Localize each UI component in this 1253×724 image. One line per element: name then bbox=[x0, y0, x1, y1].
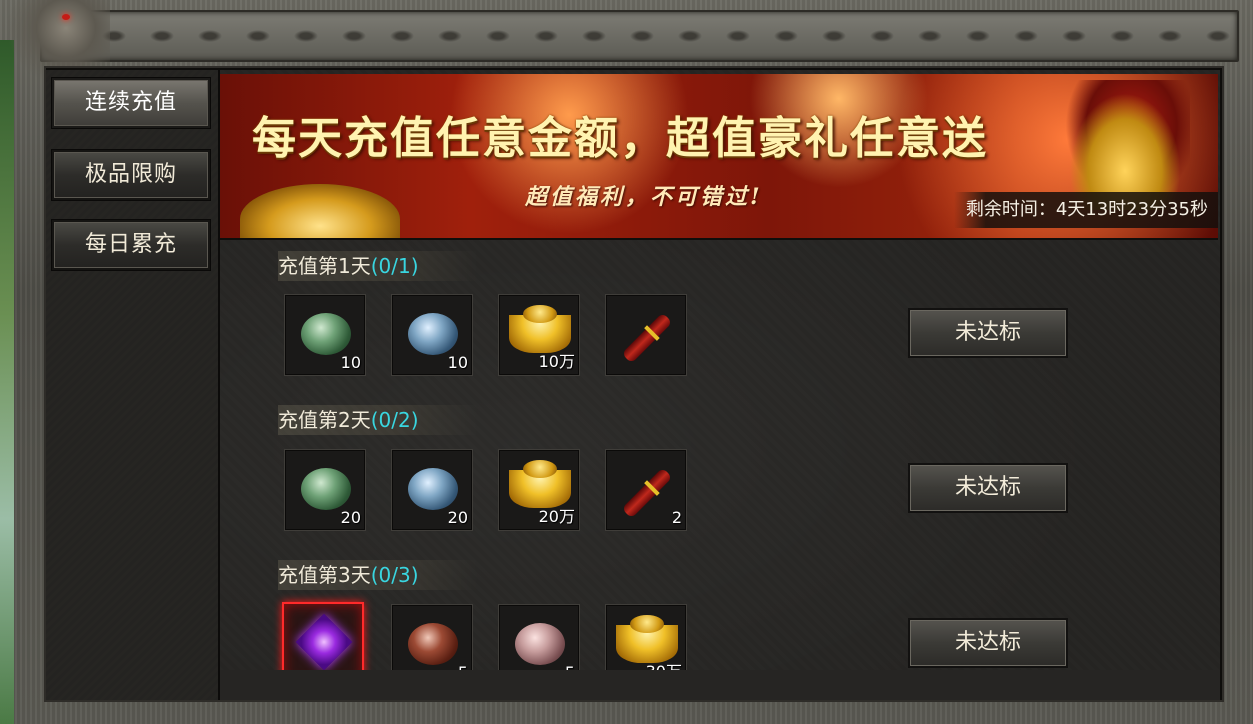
item-count: 20 bbox=[340, 508, 361, 527]
row-day-label: 充值第2天 bbox=[278, 408, 371, 432]
window-frame: 连续充值 极品限购 每日累充 每天充值任意金额，超值豪礼任意送 超值福利，不可错… bbox=[0, 0, 1253, 724]
item-count: 10 bbox=[447, 353, 468, 372]
item-count: 2 bbox=[671, 508, 682, 527]
purple-crystal-icon bbox=[295, 613, 353, 671]
item-count: 10万 bbox=[538, 352, 575, 371]
sidebar-item-continuous-recharge[interactable]: 连续充值 bbox=[52, 78, 210, 128]
row-progress: (0/2) bbox=[370, 408, 419, 432]
brown-gem-icon bbox=[408, 623, 458, 665]
row-day-label: 充值第3天 bbox=[278, 563, 371, 587]
countdown-timer: 剩余时间：4天13时23分35秒 bbox=[953, 192, 1218, 228]
sidebar-item-daily-recharge[interactable]: 每日累充 bbox=[52, 220, 210, 270]
frame-top-border bbox=[40, 10, 1239, 62]
row-title: 充值第3天(0/3) bbox=[278, 560, 479, 590]
reward-slot[interactable] bbox=[605, 294, 687, 376]
reward-slot[interactable]: 10 bbox=[391, 294, 473, 376]
sidebar-item-limited-purchase[interactable]: 极品限购 bbox=[52, 150, 210, 200]
row-progress: (0/3) bbox=[370, 563, 419, 587]
reward-slot[interactable]: 20万 bbox=[498, 449, 580, 531]
item-count: 20 bbox=[447, 508, 468, 527]
reward-slot[interactable]: 10万 bbox=[498, 294, 580, 376]
treasure-chest-icon bbox=[1060, 80, 1190, 210]
dragon-eye bbox=[62, 14, 70, 20]
row-title: 充值第1天(0/1) bbox=[278, 251, 479, 281]
green-gem-icon bbox=[301, 468, 351, 510]
scroll-clip-edge bbox=[220, 670, 1220, 700]
banner-subtitle: 超值福利，不可错过! bbox=[525, 184, 763, 210]
red-scroll-icon bbox=[621, 467, 673, 519]
row-title: 充值第2天(0/2) bbox=[278, 405, 479, 435]
row-progress: (0/1) bbox=[370, 254, 419, 278]
reward-slot[interactable]: 10 bbox=[284, 294, 366, 376]
event-banner: 每天充值任意金额，超值豪礼任意送 超值福利，不可错过! 剩余时间：4天13时23… bbox=[220, 74, 1218, 240]
banner-title: 每天充值任意金额，超值豪礼任意送 bbox=[252, 113, 988, 164]
blue-gem-icon bbox=[408, 468, 458, 510]
reward-slot[interactable]: 20 bbox=[284, 449, 366, 531]
sidebar: 连续充值 极品限购 每日累充 bbox=[46, 70, 220, 700]
background-strip bbox=[0, 40, 14, 724]
row-day-label: 充值第1天 bbox=[278, 254, 371, 278]
blue-gem-icon bbox=[408, 313, 458, 355]
claim-button[interactable]: 未达标 bbox=[908, 618, 1068, 668]
reward-slot[interactable]: 2 bbox=[605, 449, 687, 531]
claim-button[interactable]: 未达标 bbox=[908, 308, 1068, 358]
red-scroll-icon bbox=[621, 312, 673, 364]
claim-button[interactable]: 未达标 bbox=[908, 463, 1068, 513]
item-count: 20万 bbox=[538, 507, 575, 526]
reward-slot[interactable]: 20 bbox=[391, 449, 473, 531]
gold-pile-icon bbox=[240, 184, 400, 238]
pink-gem-icon bbox=[515, 623, 565, 665]
item-count: 10 bbox=[340, 353, 361, 372]
green-gem-icon bbox=[301, 313, 351, 355]
